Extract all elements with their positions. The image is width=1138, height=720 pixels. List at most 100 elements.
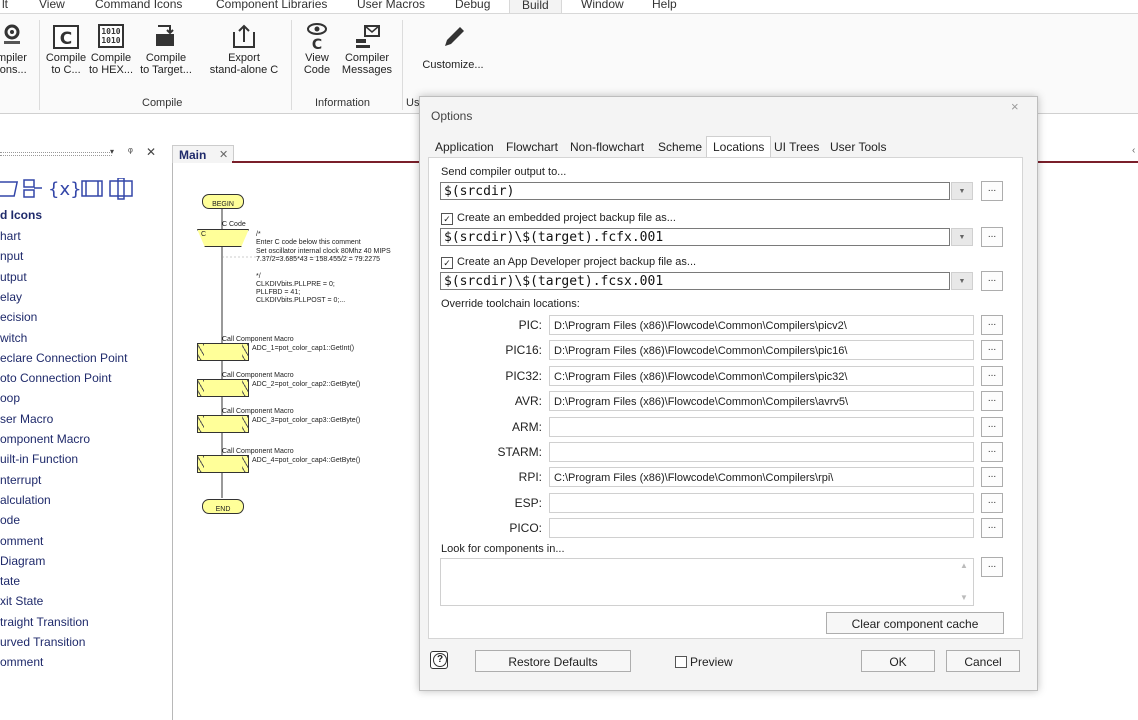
toolchain-path-input[interactable]: C:\Program Files (x86)\Flowcode\Common\C…	[549, 467, 974, 488]
command-item[interactable]: ser Macro	[0, 412, 53, 426]
embedded-backup-dropdown[interactable]: ▼	[951, 228, 973, 246]
help-button[interactable]: ?	[430, 651, 448, 669]
command-item[interactable]: ode	[0, 513, 20, 527]
compile-to-hex-button[interactable]: 1010 1010 Compile to HEX...	[88, 22, 134, 76]
tab-application[interactable]: Application	[435, 140, 494, 154]
command-item[interactable]: urved Transition	[0, 635, 85, 649]
tab-non-flowchart[interactable]: Non-flowchart	[570, 140, 644, 154]
toolchain-browse-button[interactable]: ...	[981, 518, 1003, 539]
command-item[interactable]: nterrupt	[0, 473, 41, 487]
macro-block[interactable]	[197, 455, 249, 473]
flowchart-ccode-block[interactable]: C	[197, 229, 249, 247]
command-item[interactable]: alculation	[0, 493, 51, 507]
toolchain-path-input[interactable]: D:\Program Files (x86)\Flowcode\Common\C…	[549, 391, 974, 412]
command-item[interactable]: utput	[0, 270, 27, 284]
dialog-close-icon[interactable]: ×	[1011, 99, 1019, 114]
menu-component-libraries[interactable]: Component Libraries	[216, 0, 327, 11]
menu-debug[interactable]: Debug	[455, 0, 490, 11]
macro-block[interactable]	[197, 415, 249, 433]
command-item[interactable]: traight Transition	[0, 615, 89, 629]
tab-locations[interactable]: Locations	[706, 136, 772, 157]
command-item[interactable]: omment	[0, 534, 43, 548]
command-item[interactable]: uilt-in Function	[0, 452, 78, 466]
menu-view[interactable]: View	[39, 0, 65, 11]
appdev-backup-browse-button[interactable]: ...	[981, 271, 1003, 291]
toolchain-browse-button[interactable]: ...	[981, 442, 1003, 462]
flowchart-end[interactable]: END	[202, 499, 244, 514]
customize-button[interactable]: Customize...	[418, 22, 488, 71]
menu-build[interactable]: Build	[509, 0, 562, 13]
toolchain-path-input[interactable]	[549, 492, 974, 513]
appdev-backup-input[interactable]: $(srcdir)\$(target).fcsx.001	[440, 272, 950, 290]
command-item[interactable]: xit State	[0, 594, 43, 608]
toolchain-browse-button[interactable]: ...	[981, 315, 1003, 335]
embedded-backup-browse-button[interactable]: ...	[981, 227, 1003, 247]
view-code-button[interactable]: C View Code	[298, 22, 336, 76]
toolchain-browse-button[interactable]: ...	[981, 365, 1003, 386]
command-item[interactable]: omment	[0, 655, 43, 669]
toolchain-path-input[interactable]	[549, 518, 974, 539]
command-item[interactable]: nput	[0, 249, 23, 263]
tab-user-tools[interactable]: User Tools	[830, 140, 886, 154]
send-output-input[interactable]: $(srcdir)	[440, 182, 950, 200]
scroll-left-icon[interactable]: ‹	[1132, 145, 1135, 156]
send-output-dropdown[interactable]: ▼	[951, 182, 973, 200]
command-item[interactable]: ecision	[0, 310, 37, 324]
macro-block[interactable]	[197, 343, 249, 361]
pin-icon[interactable]: ᵠ	[128, 146, 133, 158]
preview-checkbox[interactable]	[675, 656, 687, 668]
command-item[interactable]: oto Connection Point	[0, 371, 111, 385]
menu-command-icons[interactable]: Command Icons	[95, 0, 182, 11]
export-standalone-c-button[interactable]: Export stand-alone C	[205, 22, 283, 76]
toolchain-browse-button[interactable]: ...	[981, 416, 1003, 437]
menu-edit[interactable]: lt	[2, 0, 8, 11]
toolchain-browse-button[interactable]: ...	[981, 340, 1003, 361]
toolchain-path-input[interactable]	[549, 442, 974, 462]
menu-help[interactable]: Help	[652, 0, 677, 11]
menu-window[interactable]: Window	[581, 0, 624, 11]
send-output-browse-button[interactable]: ...	[981, 181, 1003, 201]
panel-menu-icon[interactable]: ▾	[110, 147, 114, 156]
command-item[interactable]: hart	[0, 229, 21, 243]
appdev-backup-dropdown[interactable]: ▼	[951, 272, 973, 290]
command-item[interactable]: elay	[0, 290, 22, 304]
components-location-list[interactable]: ▲ ▼	[440, 558, 974, 606]
compile-to-target-button[interactable]: Compile to Target...	[138, 22, 194, 76]
panel-grip[interactable]	[0, 152, 112, 156]
components-browse-button[interactable]: ...	[981, 557, 1003, 577]
command-item[interactable]: eclare Connection Point	[0, 351, 127, 365]
command-item[interactable]: witch	[0, 331, 27, 345]
toolchain-path-input[interactable]: C:\Program Files (x86)\Flowcode\Common\C…	[549, 365, 974, 386]
cancel-button[interactable]: Cancel	[946, 650, 1020, 672]
flowchart-begin[interactable]: BEGIN	[202, 194, 244, 209]
toolchain-path-input[interactable]	[549, 416, 974, 437]
close-icon[interactable]: ✕	[146, 145, 156, 159]
scroll-down-icon[interactable]: ▼	[960, 593, 968, 602]
toolchain-browse-button[interactable]: ...	[981, 492, 1003, 513]
tab-main[interactable]: Main ✕	[172, 145, 234, 164]
macro-block[interactable]	[197, 379, 249, 397]
tab-scheme[interactable]: Scheme	[658, 140, 702, 154]
toolchain-path-input[interactable]: D:\Program Files (x86)\Flowcode\Common\C…	[549, 315, 974, 335]
tab-flowchart[interactable]: Flowchart	[506, 140, 558, 154]
command-item[interactable]: tate	[0, 574, 20, 588]
clear-component-cache-button[interactable]: Clear component cache	[826, 612, 1004, 634]
compile-to-c-button[interactable]: C Compile to C...	[45, 22, 87, 76]
scroll-up-icon[interactable]: ▲	[960, 561, 968, 570]
toolchain-browse-button[interactable]: ...	[981, 467, 1003, 488]
toolchain-browse-button[interactable]: ...	[981, 391, 1003, 412]
toolchain-path-input[interactable]: D:\Program Files (x86)\Flowcode\Common\C…	[549, 340, 974, 361]
compiler-messages-button[interactable]: Compiler Messages	[338, 22, 396, 76]
menu-user-macros[interactable]: User Macros	[357, 0, 425, 11]
ok-button[interactable]: OK	[861, 650, 935, 672]
compiler-options-button[interactable]: mpiler ions...	[0, 22, 30, 76]
tab-close-icon[interactable]: ✕	[219, 148, 228, 161]
embedded-backup-input[interactable]: $(srcdir)\$(target).fcfx.001	[440, 228, 950, 246]
command-item[interactable]: oop	[0, 391, 20, 405]
tab-ui-trees[interactable]: UI Trees	[774, 140, 819, 154]
command-item[interactable]: Diagram	[0, 554, 45, 568]
embedded-backup-checkbox[interactable]: ✓	[441, 213, 453, 225]
command-item[interactable]: omponent Macro	[0, 432, 90, 446]
appdev-backup-checkbox[interactable]: ✓	[441, 257, 453, 269]
restore-defaults-button[interactable]: Restore Defaults	[475, 650, 631, 672]
